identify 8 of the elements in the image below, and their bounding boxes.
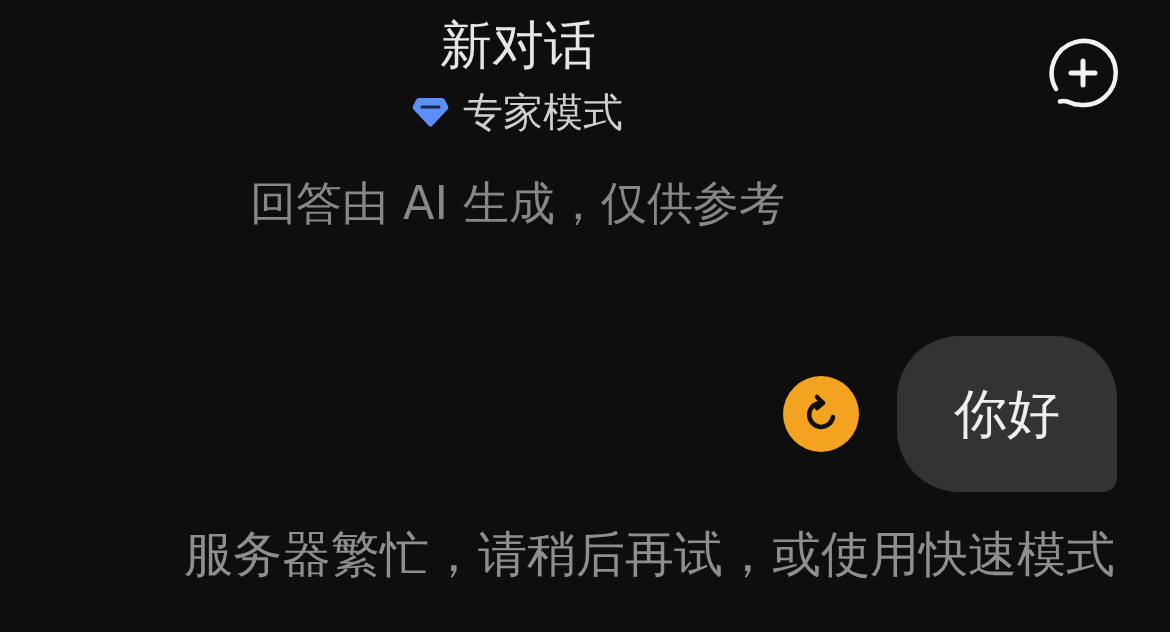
message-bubble: 你好: [897, 336, 1117, 492]
chat-plus-icon[interactable]: [1047, 37, 1119, 109]
chat-title: 新对话: [439, 15, 596, 75]
retry-icon[interactable]: [782, 375, 860, 453]
error-message: 服务器繁忙，请稍后再试，或使用快速模式: [184, 525, 1115, 585]
diamond-icon: [412, 96, 449, 128]
mode-label[interactable]: 专家模式: [463, 87, 623, 137]
disclaimer-text: 回答由 AI 生成，仅供参考: [250, 175, 785, 231]
